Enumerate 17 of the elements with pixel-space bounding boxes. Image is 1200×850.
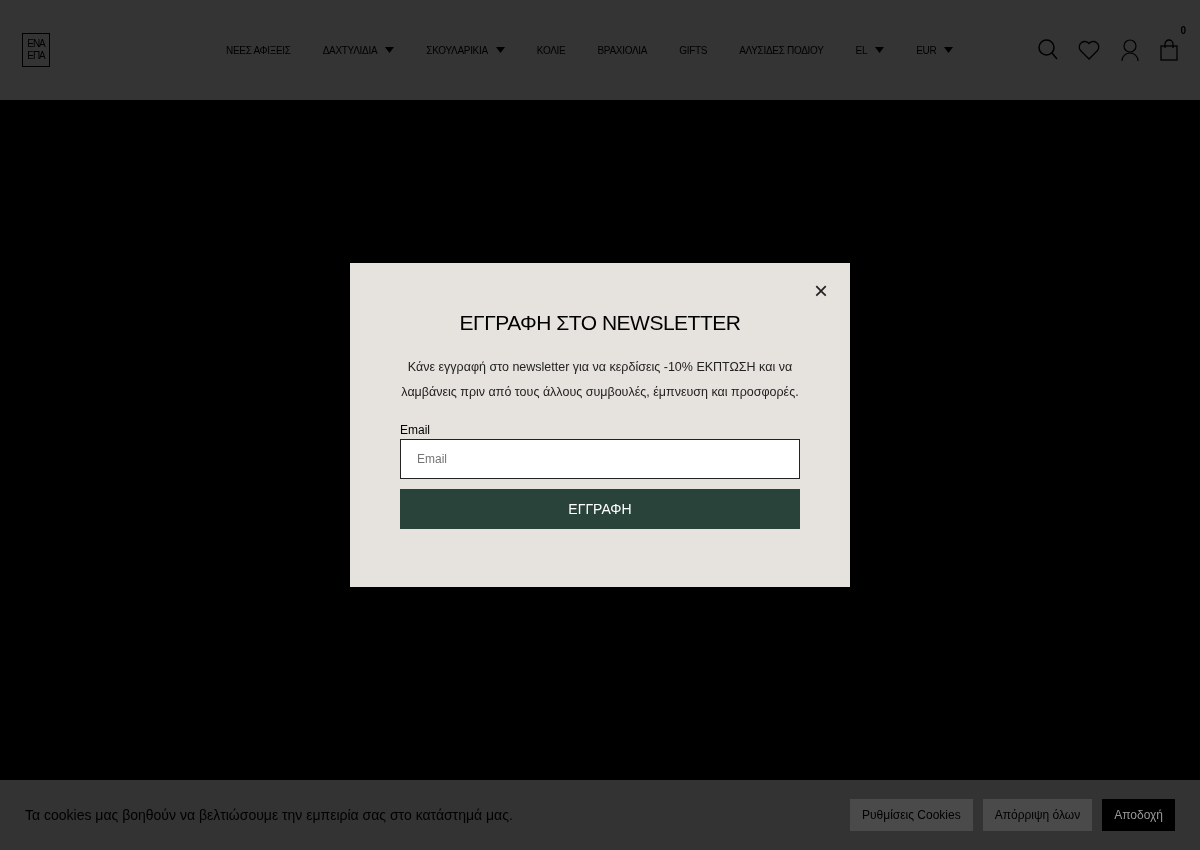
cookie-button[interactable]: Ρυθμίσεις Cookies <box>850 799 973 831</box>
caret-icon <box>875 47 885 53</box>
caret-icon <box>495 47 505 53</box>
caret-icon <box>385 47 395 53</box>
popup-text: Κάνε εγγραφή στο newsletter για να κερδίσεις -10% ΕΚΠΤΩΣΗ και να λαμβάνεις πριν από τους άλλους συμβουλές, έμπνευση και προσφορές. <box>400 359 800 401</box>
email-field[interactable]: Email <box>400 439 800 479</box>
shopping-bag-icon[interactable] <box>1160 39 1178 61</box>
popup-title: ΕΓΓΡΑΦΗ ΣΤΟ NEWSLETTER <box>458 311 742 335</box>
heart-icon[interactable] <box>1078 40 1100 60</box>
user-icon[interactable] <box>1120 38 1140 62</box>
close-button[interactable]: × <box>810 279 832 303</box>
field-label: Email <box>400 423 431 437</box>
cookie-button[interactable]: Απόρριψη όλων <box>982 799 1093 831</box>
caret-icon <box>944 47 954 53</box>
cookie-button[interactable]: Αποδοχή <box>1102 799 1175 831</box>
subscribe-button[interactable]: ΕΓΓΡΑΦΗ <box>400 489 800 529</box>
search-icon[interactable] <box>1038 39 1058 61</box>
